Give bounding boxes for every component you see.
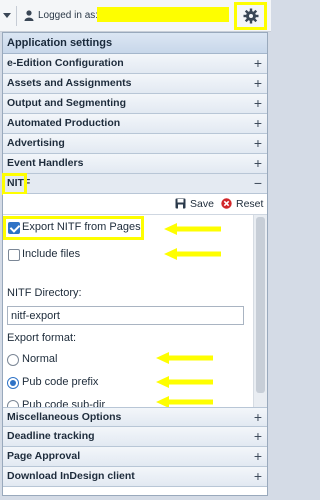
- section-event-handlers[interactable]: Event Handlers +: [3, 154, 267, 174]
- export-nitf-label: Export NITF from Pages: [22, 221, 141, 233]
- section-label: Download InDesign client: [7, 470, 135, 482]
- radio-normal-label: Normal: [22, 353, 58, 365]
- arrow-icon: [156, 376, 213, 388]
- user-icon: [24, 10, 34, 21]
- arrow-icon: [164, 223, 221, 235]
- arrow-icon: [156, 352, 213, 364]
- section-deadline-tracking[interactable]: Deadline tracking +: [3, 427, 267, 447]
- radio-pub-code-prefix-label: Pub code prefix: [22, 376, 99, 388]
- section-label: Deadline tracking: [7, 430, 95, 442]
- expand-icon[interactable]: +: [254, 94, 262, 113]
- save-button[interactable]: Save: [175, 198, 214, 210]
- redacted-username: [97, 7, 229, 22]
- reset-icon: [221, 198, 232, 209]
- nitf-directory-input[interactable]: [7, 306, 244, 325]
- section-label: Output and Segmenting: [7, 97, 126, 109]
- settings-button[interactable]: [234, 2, 267, 30]
- expand-icon[interactable]: +: [254, 427, 262, 446]
- toolbar-separator: [16, 6, 17, 26]
- panel-header: Application settings: [3, 33, 267, 54]
- expand-icon[interactable]: +: [254, 54, 262, 73]
- save-icon: [175, 198, 186, 209]
- include-files-checkbox[interactable]: [8, 249, 20, 261]
- reset-button[interactable]: Reset: [221, 198, 263, 210]
- section-assets-and-assignments[interactable]: Assets and Assignments +: [3, 74, 267, 94]
- section-label: Assets and Assignments: [7, 77, 132, 89]
- section-page-approval[interactable]: Page Approval +: [3, 447, 267, 467]
- nitf-toolbar: Save Reset: [3, 194, 267, 215]
- expand-icon[interactable]: +: [254, 408, 262, 427]
- expand-icon[interactable]: +: [254, 467, 262, 486]
- settings-panel: Application settings e-Edition Configura…: [2, 32, 268, 496]
- section-label: Event Handlers: [7, 157, 84, 169]
- expand-icon[interactable]: +: [254, 74, 262, 93]
- dropdown-arrow-icon[interactable]: [2, 10, 12, 20]
- section-label: Miscellaneous Options: [7, 411, 122, 423]
- radio-pub-code-sub-dir[interactable]: [7, 400, 19, 407]
- export-nitf-checkbox[interactable]: [8, 222, 20, 234]
- section-label: Page Approval: [7, 450, 81, 462]
- section-label: Advertising: [7, 137, 65, 149]
- include-files-label: Include files: [22, 248, 81, 260]
- section-automated-production[interactable]: Automated Production +: [3, 114, 267, 134]
- expand-icon[interactable]: +: [254, 154, 262, 173]
- expand-icon[interactable]: +: [254, 114, 262, 133]
- arrow-icon: [164, 248, 221, 260]
- section-nitf[interactable]: NITF −: [2, 173, 267, 195]
- gear-icon: [243, 8, 259, 24]
- top-bar: Logged in as:: [0, 0, 271, 32]
- arrow-icon: [156, 396, 213, 407]
- radio-normal[interactable]: [7, 354, 19, 366]
- content-scrollbar[interactable]: [253, 215, 267, 407]
- highlight-box: [2, 173, 27, 195]
- section-download-indesign-client[interactable]: Download InDesign client +: [3, 467, 267, 487]
- section-label: e-Edition Configuration: [7, 57, 124, 69]
- export-format-label: Export format:: [7, 332, 77, 344]
- section-miscellaneous-options[interactable]: Miscellaneous Options +: [3, 407, 267, 427]
- section-e-edition-configuration[interactable]: e-Edition Configuration +: [3, 54, 267, 74]
- save-label: Save: [190, 198, 214, 210]
- radio-pub-code-prefix[interactable]: [7, 377, 19, 389]
- nitf-content: Export NITF from Pages Include files NIT…: [3, 215, 267, 407]
- radio-pub-code-sub-dir-label: Pub code sub-dir: [22, 399, 106, 407]
- section-output-and-segmenting[interactable]: Output and Segmenting +: [3, 94, 267, 114]
- logged-in-label: Logged in as:: [38, 10, 99, 21]
- section-label: Automated Production: [7, 117, 121, 129]
- scrollbar-thumb[interactable]: [256, 217, 265, 393]
- reset-label: Reset: [236, 198, 264, 210]
- section-advertising[interactable]: Advertising +: [3, 134, 267, 154]
- expand-icon[interactable]: +: [254, 447, 262, 466]
- collapse-icon[interactable]: −: [254, 174, 262, 193]
- nitf-directory-label: NITF Directory:: [7, 287, 82, 299]
- expand-icon[interactable]: +: [254, 134, 262, 153]
